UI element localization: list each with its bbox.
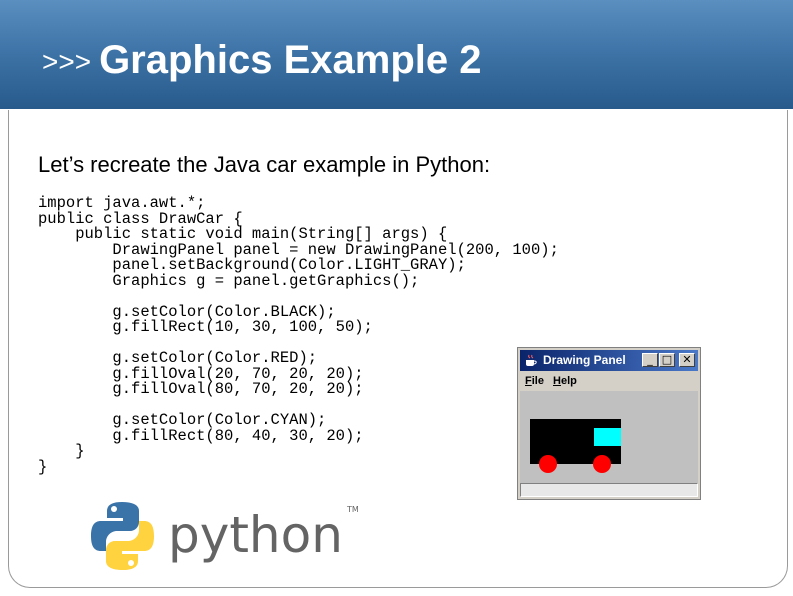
menu-file-accel: F xyxy=(525,375,532,387)
drawing-canvas xyxy=(520,391,698,491)
python-wordmark: python xyxy=(168,506,343,564)
menu-file[interactable]: File xyxy=(525,375,544,387)
car-wheel-right xyxy=(593,455,611,473)
slide-header: >>> Graphics Example 2 xyxy=(0,0,793,109)
menu-file-label: ile xyxy=(531,375,544,387)
python-trademark: TM xyxy=(346,505,359,514)
title-prompt: >>> xyxy=(42,46,92,77)
title-text: Graphics Example 2 xyxy=(99,38,482,82)
car-wheel-left xyxy=(539,455,557,473)
maximize-button[interactable]: □ xyxy=(659,353,675,367)
slide-title: >>> Graphics Example 2 xyxy=(42,38,481,83)
code-line: } xyxy=(38,457,48,476)
close-button[interactable]: ✕ xyxy=(679,353,695,367)
code-line: } xyxy=(38,442,85,460)
menu-help-label: elp xyxy=(560,375,577,387)
java-code-block: import java.awt.*; public class DrawCar {… xyxy=(38,195,559,476)
code-line: Graphics g = panel.getGraphics(); xyxy=(38,271,420,290)
menu-help[interactable]: Help xyxy=(553,375,577,387)
code-line: g.fillRect(80, 40, 30, 20); xyxy=(38,426,364,445)
car-drawing xyxy=(530,419,621,473)
code-line: g.fillOval(80, 70, 20, 20); xyxy=(38,380,364,398)
python-logo: python TM xyxy=(91,502,359,570)
car-window xyxy=(594,428,621,446)
window-menubar: File Help xyxy=(520,372,698,390)
python-snakes-icon xyxy=(91,502,154,570)
intro-text: Let’s recreate the Java car example in P… xyxy=(38,152,491,177)
minimize-button[interactable]: _ xyxy=(642,353,658,367)
java-cup-icon xyxy=(526,354,537,366)
code-line: g.fillRect(10, 30, 100, 50); xyxy=(38,318,373,336)
window-titlebar[interactable]: Drawing Panel _ □ ✕ xyxy=(520,350,698,371)
window-title: Drawing Panel xyxy=(543,353,626,367)
window-statusbar xyxy=(520,483,698,497)
menu-help-accel: H xyxy=(553,375,561,387)
drawing-panel-window: Drawing Panel _ □ ✕ File Help xyxy=(517,347,701,500)
